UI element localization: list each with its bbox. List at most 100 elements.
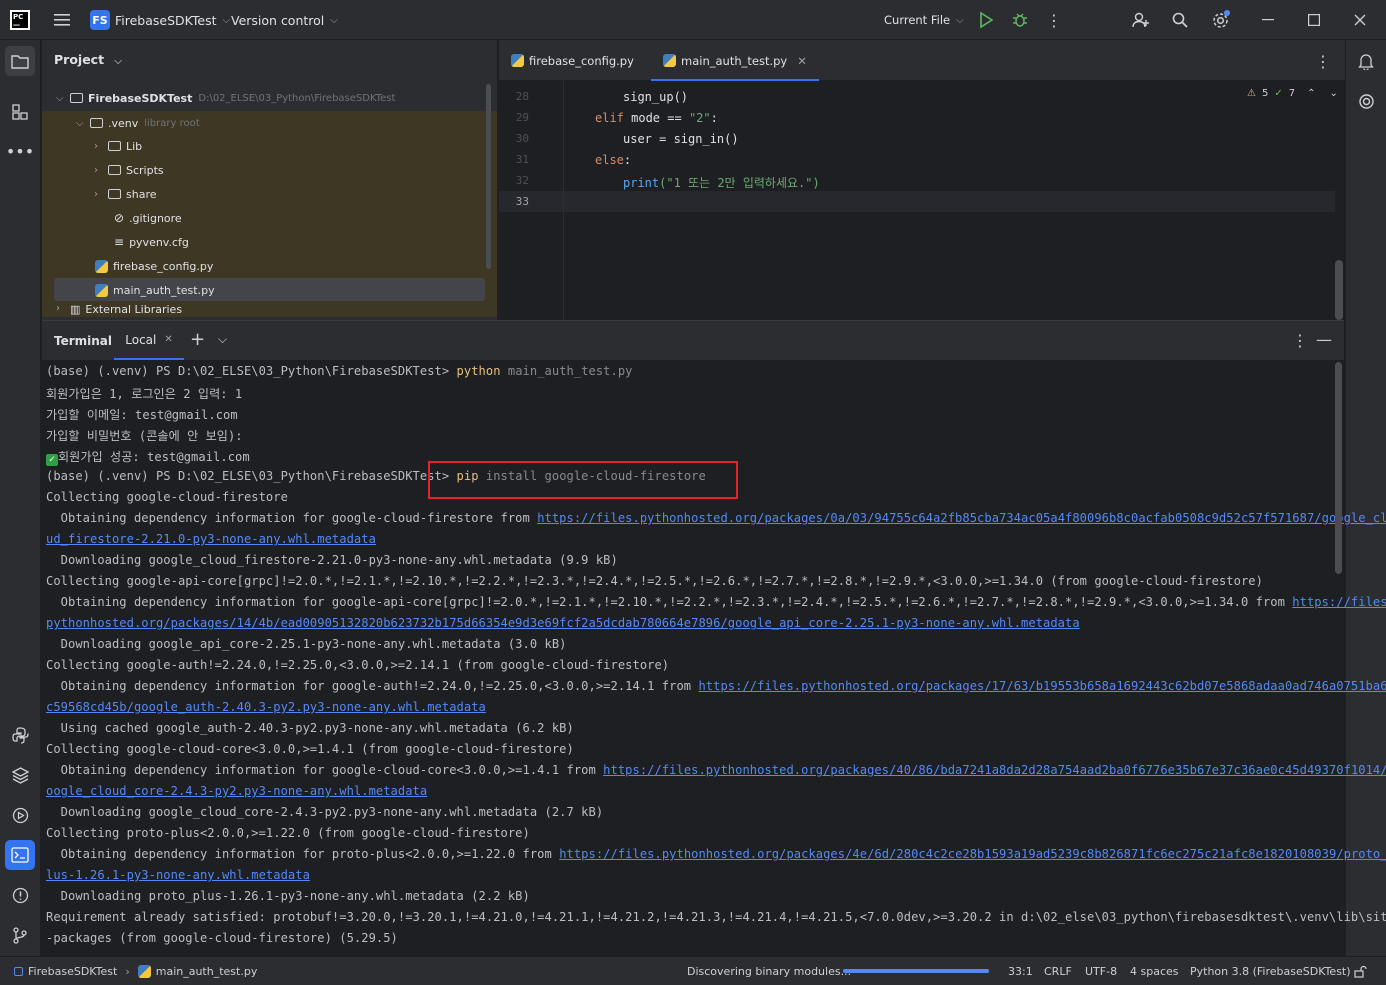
- python-interpreter[interactable]: Python 3.8 (FirebaseSDKTest): [1190, 957, 1351, 985]
- url-link[interactable]: https://files.pythonhosted.org/packages/…: [603, 763, 1386, 777]
- left-tool-stripe: •••: [0, 40, 41, 956]
- project-switcher[interactable]: FS FirebaseSDKTest ⌵: [90, 0, 230, 40]
- tree-item-scripts[interactable]: › Scripts: [94, 159, 164, 181]
- url-link[interactable]: ud_firestore-2.21.0-py3-none-any.whl.met…: [46, 532, 376, 546]
- editor-scrollbar[interactable]: [1335, 260, 1343, 320]
- check-icon: ✓: [1274, 88, 1283, 99]
- tree-item-firebase-config[interactable]: firebase_config.py: [95, 255, 213, 277]
- terminal-line: Collecting proto-plus<2.0.0,>=1.22.0 (fr…: [46, 826, 530, 840]
- tree-item-external-libraries[interactable]: › ▥ External Libraries: [56, 303, 182, 320]
- breadcrumb-file[interactable]: main_auth_test.py: [156, 965, 258, 978]
- terminal-icon: [11, 847, 29, 863]
- close-icon[interactable]: ✕: [164, 334, 172, 345]
- run-button[interactable]: [972, 0, 1000, 40]
- url-link[interactable]: oogle_cloud_core-2.4.3-py2.py3-none-any.…: [46, 784, 427, 798]
- tree-item-venv[interactable]: ⌵ .venv library root: [76, 112, 200, 134]
- current-line-highlight: [499, 191, 1335, 212]
- more-tools-button[interactable]: •••: [5, 136, 35, 166]
- settings-button[interactable]: [1206, 0, 1234, 40]
- ignore-file-icon: ⊘: [114, 211, 125, 225]
- layers-tool-button[interactable]: [5, 760, 35, 790]
- url-link[interactable]: https://files.: [1292, 595, 1386, 609]
- url-link[interactable]: https://files.pythonhosted.org/packages/…: [537, 511, 1386, 525]
- services-tool-button[interactable]: [5, 800, 35, 830]
- url-link[interactable]: https://files.pythonhosted.org/packages/…: [559, 847, 1386, 861]
- python-packages-button[interactable]: [5, 720, 35, 750]
- chevron-down-icon[interactable]: ⌄: [1330, 88, 1338, 99]
- url-link[interactable]: https://files.pythonhosted.org/packages/…: [698, 679, 1386, 693]
- tree-item-pyvenv[interactable]: ≡ pyvenv.cfg: [114, 231, 189, 253]
- layers-icon: [11, 766, 29, 784]
- tabs-more-icon[interactable]: ⋮: [1315, 52, 1331, 71]
- maximize-button[interactable]: [1300, 0, 1328, 40]
- terminal-line: Obtaining dependency information for goo…: [46, 595, 1386, 609]
- chevron-down-icon: ⌵: [114, 56, 123, 67]
- tree-item-main-auth-test[interactable]: main_auth_test.py: [95, 279, 215, 301]
- terminal-line: pythonhosted.org/packages/14/4b/ead00905…: [46, 616, 1080, 630]
- minimize-panel-icon[interactable]: —: [1316, 330, 1332, 349]
- project-panel-header[interactable]: Project ⌵: [54, 52, 122, 67]
- tree-item-gitignore[interactable]: ⊘ .gitignore: [114, 207, 182, 229]
- inspection-widget[interactable]: ⚠ 5 ✓ 7 ⌃ ⌄: [1247, 88, 1338, 99]
- minimize-button[interactable]: [1254, 0, 1282, 40]
- terminal-tool-button[interactable]: [5, 840, 35, 870]
- tree-item-root[interactable]: ⌵ FirebaseSDKTest D:\02_ELSE\03_Python\F…: [56, 87, 395, 109]
- code-with-me-button[interactable]: [1127, 0, 1155, 40]
- problems-tool-button[interactable]: [5, 880, 35, 910]
- project-scrollbar[interactable]: [486, 84, 491, 269]
- file-encoding[interactable]: UTF-8: [1085, 957, 1117, 985]
- warning-icon: ⚠: [1247, 88, 1256, 99]
- breadcrumb-project[interactable]: FirebaseSDKTest: [28, 965, 117, 978]
- run-config-label: Current File: [884, 13, 951, 27]
- chevron-down-icon[interactable]: ⌵: [218, 332, 227, 347]
- folder-icon: [108, 165, 121, 175]
- terminal-line: -packages (from google-cloud-firestore) …: [46, 931, 398, 945]
- chevron-right-icon: ›: [94, 164, 98, 176]
- search-button[interactable]: [1166, 0, 1194, 40]
- url-link[interactable]: pythonhosted.org/packages/14/4b/ead00905…: [46, 616, 1080, 630]
- editor-gutter: 28 29 30 31 32 33: [499, 81, 564, 320]
- folder-icon: [90, 118, 103, 128]
- app-logo[interactable]: PC —: [10, 0, 30, 40]
- lock-button[interactable]: [1354, 957, 1367, 985]
- terminal-scrollbar[interactable]: [1335, 362, 1342, 574]
- breadcrumb: FirebaseSDKTest › main_auth_test.py: [14, 957, 257, 985]
- vcs-menu[interactable]: Version control ⌵: [231, 0, 338, 40]
- tab-label: firebase_config.py: [529, 53, 634, 68]
- tab-firebase-config[interactable]: firebase_config.py: [511, 40, 634, 81]
- chevron-down-icon: ⌵: [330, 14, 338, 26]
- project-tool-button[interactable]: [5, 46, 35, 76]
- tree-item-share[interactable]: › share: [94, 183, 157, 205]
- run-config-selector[interactable]: Current File ⌵: [884, 0, 964, 40]
- indent-setting[interactable]: 4 spaces: [1130, 957, 1179, 985]
- more-vertical-icon[interactable]: ⋮: [1292, 331, 1308, 350]
- minimize-icon: [1254, 6, 1282, 34]
- background-task-label[interactable]: Discovering binary modules...: [687, 957, 851, 985]
- tree-label: Scripts: [126, 163, 164, 177]
- git-tool-button[interactable]: [5, 920, 35, 950]
- library-icon: ▥: [70, 303, 81, 316]
- terminal-line: ✓ 회원가입 성공: test@gmail.com: [46, 448, 250, 466]
- ai-assistant-button[interactable]: [1351, 86, 1381, 116]
- url-link[interactable]: c59568cd45b/google_auth-2.40.3-py2.py3-n…: [46, 700, 486, 714]
- tab-terminal-local[interactable]: Local ✕: [114, 321, 184, 360]
- new-terminal-plus-icon[interactable]: +: [190, 329, 205, 350]
- structure-tool-button[interactable]: [5, 97, 35, 127]
- main-menu-button[interactable]: [48, 0, 76, 40]
- background-task-progress: [843, 969, 989, 973]
- tree-item-lib[interactable]: › Lib: [94, 135, 142, 157]
- close-window-button[interactable]: [1346, 0, 1374, 40]
- close-tab-icon[interactable]: ✕: [797, 54, 807, 68]
- caret-position[interactable]: 33:1: [1008, 957, 1033, 985]
- notifications-button[interactable]: [1351, 46, 1381, 76]
- terminal-line: Downloading google_api_core-2.25.1-py3-n…: [46, 637, 567, 651]
- chevron-down-icon: ⌵: [222, 14, 231, 26]
- debug-button[interactable]: [1006, 0, 1034, 40]
- terminal-line: Collecting google-cloud-firestore: [46, 490, 288, 504]
- more-actions-button[interactable]: ⋮: [1040, 0, 1068, 40]
- chevron-up-icon[interactable]: ⌃: [1307, 88, 1315, 99]
- tab-main-auth-test[interactable]: main_auth_test.py ✕: [651, 40, 819, 81]
- terminal-line: Requirement already satisfied: protobuf!…: [46, 910, 1386, 924]
- line-separator[interactable]: CRLF: [1044, 957, 1072, 985]
- url-link[interactable]: lus-1.26.1-py3-none-any.whl.metadata: [46, 868, 310, 882]
